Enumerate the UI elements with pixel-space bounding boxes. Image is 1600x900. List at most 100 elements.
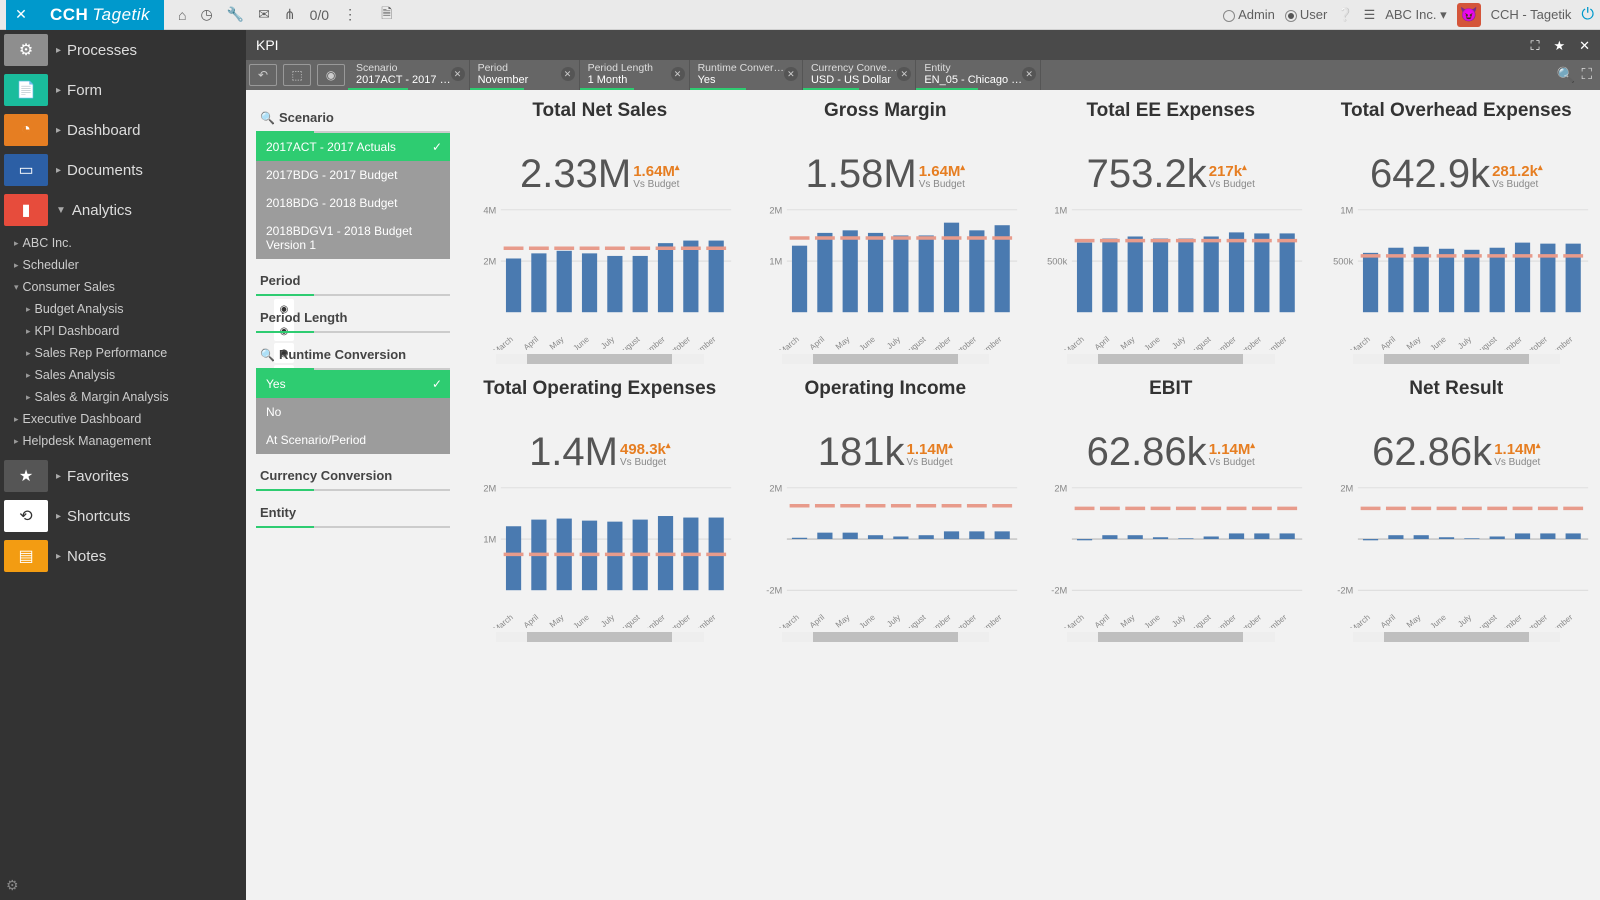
crumb-clear-icon[interactable]: ✕	[451, 67, 465, 81]
cb-back-icon[interactable]: ↶	[249, 64, 277, 86]
kpi-vs-label: Vs Budget	[1494, 457, 1540, 468]
svg-text:May: May	[1119, 612, 1137, 628]
svg-text:August: August	[616, 612, 642, 628]
chart-scrollbar[interactable]	[782, 632, 990, 642]
role-user-radio[interactable]: User	[1285, 7, 1327, 22]
crumb-clear-icon[interactable]: ✕	[897, 67, 911, 81]
kpi-card: Total EE Expenses 753.2k 217k▴ Vs Budget…	[1037, 96, 1305, 364]
chart-scrollbar[interactable]	[1353, 632, 1561, 642]
svg-text:June: June	[1143, 334, 1163, 350]
org-dropdown[interactable]: ABC Inc. ▾	[1385, 7, 1446, 23]
svg-text:March: March	[777, 335, 800, 350]
list-icon[interactable]: ☰	[1364, 7, 1376, 23]
crumb-period[interactable]: PeriodNovember ✕	[470, 60, 580, 90]
home-icon[interactable]: ⌂	[178, 7, 186, 23]
context-bar: ↶ ⬚ ◉ Scenario2017ACT - 2017 … ✕ PeriodN…	[246, 60, 1600, 90]
filter-option[interactable]: 2018BDGV1 - 2018 Budget Version 1	[256, 217, 450, 259]
filter-option[interactable]: Yes	[256, 370, 450, 398]
sidebar-settings-icon[interactable]: ⚙	[0, 871, 246, 900]
svg-text:500k: 500k	[1333, 257, 1354, 267]
svg-text:July: July	[885, 612, 903, 628]
tree-subitem[interactable]: ▸Sales & Margin Analysis◉	[0, 386, 246, 408]
sidebar-item-shortcuts[interactable]: ⟲ ▸Shortcuts	[0, 496, 246, 536]
crumb-clear-icon[interactable]: ✕	[561, 67, 575, 81]
filter-header[interactable]: 🔍Scenario	[256, 104, 450, 133]
close-app-icon[interactable]: ✕	[6, 0, 36, 30]
kpi-title: Operating Income	[752, 378, 1020, 400]
sidebar-item-documents[interactable]: ▭ ▸Documents	[0, 150, 246, 190]
chart-scrollbar[interactable]	[1067, 632, 1275, 642]
filter-option[interactable]: 2017ACT - 2017 Actuals	[256, 133, 450, 161]
tab-expand-icon[interactable]: ⛶	[1531, 38, 1540, 53]
tree-item[interactable]: ▸Scheduler	[0, 254, 246, 276]
tab-star-icon[interactable]: ★	[1554, 38, 1566, 53]
clock-icon[interactable]: ◷	[201, 6, 213, 23]
kpi-title: Total EE Expenses	[1037, 100, 1305, 122]
form-icon: 📄	[4, 74, 48, 106]
svg-text:June: June	[572, 334, 592, 350]
cb-search-icon[interactable]: 🔍	[1557, 66, 1576, 84]
crumb-runtimeconver[interactable]: Runtime Conver…Yes ✕	[690, 60, 803, 90]
tree-item-consumer-sales[interactable]: ▾Consumer Sales	[0, 276, 246, 298]
filter-header[interactable]: Currency Conversion	[256, 462, 450, 491]
tree-subitem[interactable]: ▸KPI Dashboard◉	[0, 320, 246, 342]
role-admin-radio[interactable]: Admin	[1223, 7, 1275, 22]
filter-option[interactable]: 2017BDG - 2017 Budget	[256, 161, 450, 189]
avatar-icon[interactable]: 😈	[1457, 3, 1481, 27]
filter-header[interactable]: Entity	[256, 499, 450, 528]
filter-header[interactable]: Period	[256, 267, 450, 296]
filter-option[interactable]: 2018BDG - 2018 Budget	[256, 189, 450, 217]
chart-scrollbar[interactable]	[1353, 354, 1561, 364]
more-icon[interactable]: ⋮	[343, 6, 357, 23]
tree-subitem[interactable]: ▸Sales Analysis◉	[0, 364, 246, 386]
filter-option[interactable]: At Scenario/Period	[256, 426, 450, 454]
kpi-chart: 2M4MMarchAprilMayJuneJulyAugustSeptember…	[466, 200, 734, 350]
tree-subitem[interactable]: ▸Sales Rep Performance◉	[0, 342, 246, 364]
crumb-clear-icon[interactable]: ✕	[671, 67, 685, 81]
sidebar-item-favorites[interactable]: ★ ▸Favorites	[0, 456, 246, 496]
tree-item[interactable]: ▸Executive Dashboard	[0, 408, 246, 430]
svg-text:April: April	[1378, 613, 1396, 628]
crumb-periodlength[interactable]: Period Length1 Month ✕	[580, 60, 690, 90]
tab-title: KPI	[256, 37, 279, 53]
kpi-diff-value: 1.14M▴	[907, 441, 953, 457]
chart-scrollbar[interactable]	[1067, 354, 1275, 364]
sidebar-item-dashboard[interactable]: ◔ ▸Dashboard	[0, 110, 246, 150]
share-icon[interactable]: ⋔	[284, 6, 296, 23]
tab-close-icon[interactable]: ✕	[1579, 38, 1590, 53]
cb-target-icon[interactable]: ◉	[317, 64, 345, 86]
kpi-title: Total Net Sales	[466, 100, 734, 122]
tree-subitem[interactable]: ▸Budget Analysis◉	[0, 298, 246, 320]
chart-scrollbar[interactable]	[496, 354, 704, 364]
doc-icon[interactable]: 🗎	[381, 3, 392, 27]
crumb-clear-icon[interactable]: ✕	[1022, 67, 1036, 81]
filter-header[interactable]: Period Length	[256, 304, 450, 333]
mail-icon[interactable]: ✉	[258, 6, 270, 23]
filter-header[interactable]: 🔍Runtime Conversion	[256, 341, 450, 370]
documents-icon: ▭	[4, 154, 48, 186]
svg-text:2M: 2M	[483, 257, 496, 267]
svg-text:August: August	[616, 334, 642, 350]
sidebar-item-form[interactable]: 📄 ▸Form	[0, 70, 246, 110]
power-icon[interactable]: ⏻	[1581, 6, 1594, 24]
crumb-clear-icon[interactable]: ✕	[784, 67, 798, 81]
crumb-entity[interactable]: EntityEN_05 - Chicago … ✕	[916, 60, 1041, 90]
sidebar-item-notes[interactable]: ▤ ▸Notes	[0, 536, 246, 576]
chart-scrollbar[interactable]	[496, 632, 704, 642]
help-icon[interactable]: ❔	[1337, 7, 1353, 23]
svg-text:August: August	[902, 334, 928, 350]
sidebar-item-processes[interactable]: ⚙ ▸Processes	[0, 30, 246, 70]
crumb-scenario[interactable]: Scenario2017ACT - 2017 … ✕	[348, 60, 470, 90]
wrench-icon[interactable]: 🔧	[227, 6, 244, 23]
sidebar-item-analytics[interactable]: ▮ ▼Analytics	[0, 190, 246, 230]
tree-item[interactable]: ▸Helpdesk Management	[0, 430, 246, 452]
cb-select-icon[interactable]: ⬚	[283, 64, 311, 86]
tree-item[interactable]: ▸ABC Inc.	[0, 232, 246, 254]
chart-scrollbar[interactable]	[782, 354, 990, 364]
kpi-chart: 1M2MMarchAprilMayJuneJulyAugustSeptember…	[752, 200, 1020, 350]
sidebar: ⚙ ▸Processes 📄 ▸Form ◔ ▸Dashboard ▭ ▸Doc…	[0, 30, 246, 900]
cb-fullscreen-icon[interactable]: ⛶	[1581, 66, 1592, 84]
crumb-currencyconve[interactable]: Currency Conve…USD - US Dollar ✕	[803, 60, 916, 90]
filter-option[interactable]: No	[256, 398, 450, 426]
kpi-card: Gross Margin 1.58M 1.64M▴ Vs Budget 1M2M…	[752, 96, 1020, 364]
